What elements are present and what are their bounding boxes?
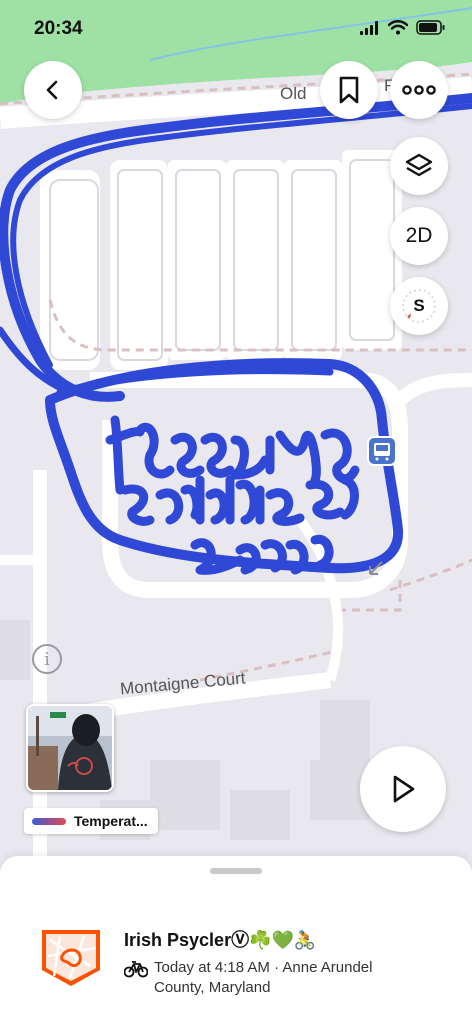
play-icon bbox=[393, 775, 415, 803]
info-icon[interactable]: i bbox=[32, 644, 62, 674]
activity-map-badge-icon bbox=[42, 930, 100, 986]
view-mode-label: 2D bbox=[405, 224, 433, 247]
bookmark-button[interactable] bbox=[320, 61, 378, 119]
more-options-button[interactable] bbox=[390, 61, 448, 119]
status-bar: 20:34 bbox=[0, 0, 472, 58]
activity-bottom-sheet[interactable]: Irish PsyclerⓋ☘️💚🚴 Today at 4:18 AM · An… bbox=[0, 856, 472, 1024]
more-dots-icon bbox=[402, 85, 436, 95]
play-button[interactable] bbox=[360, 746, 446, 832]
back-button[interactable] bbox=[24, 61, 82, 119]
temperature-gradient bbox=[32, 817, 66, 825]
bus-stop-icon[interactable] bbox=[367, 436, 397, 466]
temperature-label: Temperat... bbox=[74, 813, 148, 829]
temperature-legend-chip[interactable]: Temperat... bbox=[24, 808, 158, 834]
battery-icon bbox=[416, 20, 445, 35]
bookmark-icon bbox=[339, 76, 359, 104]
activity-photo-thumbnail[interactable] bbox=[26, 704, 114, 792]
sheet-drag-handle[interactable] bbox=[210, 868, 262, 874]
layers-button[interactable] bbox=[390, 137, 448, 195]
compass-letter: S bbox=[413, 296, 425, 315]
compass-button[interactable]: S bbox=[390, 277, 448, 335]
layers-icon bbox=[405, 153, 433, 177]
cellular-signal-icon bbox=[360, 20, 378, 35]
photo-image bbox=[28, 706, 112, 790]
status-time: 20:34 bbox=[34, 18, 83, 39]
bike-icon bbox=[124, 961, 148, 978]
road-label-old: Old bbox=[280, 84, 307, 103]
athlete-name[interactable]: Irish PsyclerⓋ☘️💚🚴 bbox=[124, 926, 316, 952]
view-mode-button[interactable]: 2D bbox=[390, 207, 448, 265]
wifi-icon bbox=[388, 20, 408, 35]
chevron-left-icon bbox=[46, 80, 58, 100]
activity-meta: Today at 4:18 AM · Anne Arundel County, … bbox=[154, 959, 373, 996]
